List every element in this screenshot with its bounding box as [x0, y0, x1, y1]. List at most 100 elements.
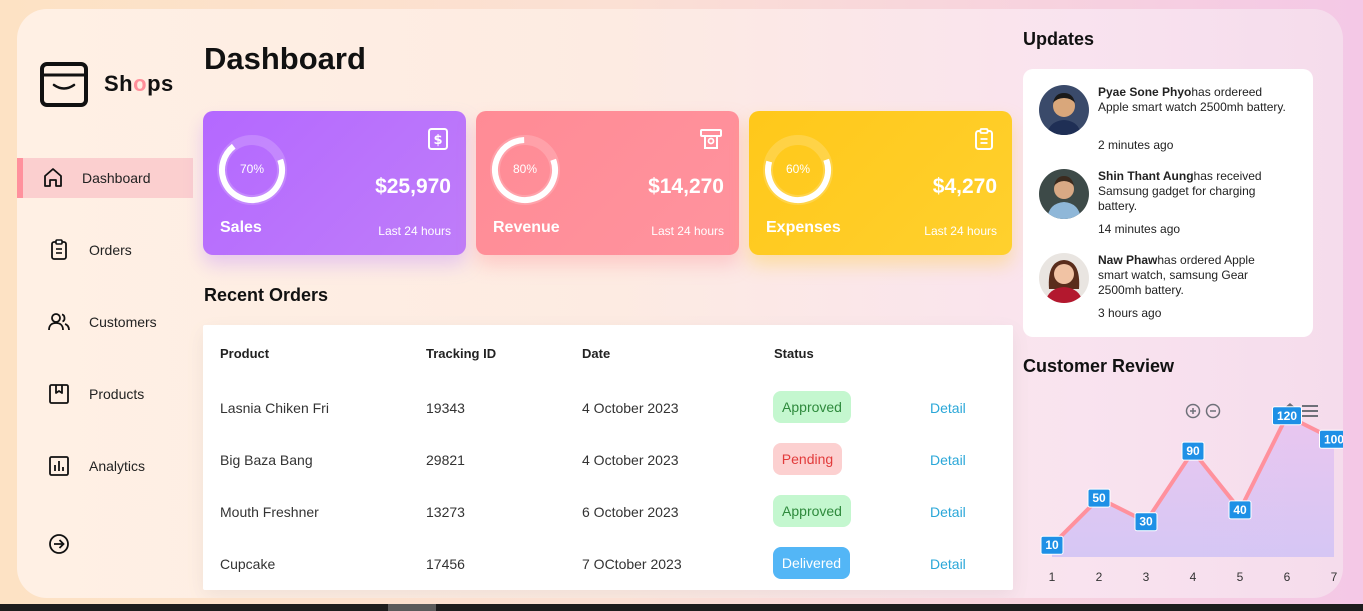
avatar: [1039, 169, 1089, 219]
date-cell: 4 October 2023: [582, 400, 679, 416]
brand-name-suffix: ps: [147, 71, 174, 96]
sign-out-icon: [49, 534, 69, 554]
product-cell: Cupcake: [220, 556, 276, 572]
product-cell: Lasnia Chiken Fri: [220, 400, 329, 416]
date-cell: 4 October 2023: [582, 452, 679, 468]
svg-text:90: 90: [1186, 444, 1200, 458]
sidebar-item-label: Dashboard: [82, 170, 151, 186]
update-time: 3 hours ago: [1098, 306, 1162, 320]
bottom-bar: [0, 604, 1363, 611]
detail-link[interactable]: Detail: [930, 504, 966, 520]
tracking-id-cell: 19343: [426, 400, 465, 416]
tracking-id-cell: 17456: [426, 556, 465, 572]
svg-text:10: 10: [1045, 538, 1059, 552]
orders-table: Product Tracking ID Date Status Lasnia C…: [203, 325, 1013, 590]
home-icon: [44, 168, 62, 187]
sidebar-item-label: Products: [89, 386, 145, 402]
expenses-label: Expenses: [766, 219, 841, 236]
detail-link[interactable]: Detail: [930, 452, 966, 468]
brand-logo[interactable]: Shops: [39, 59, 174, 109]
update-time: 14 minutes ago: [1098, 222, 1181, 236]
bar-chart-icon: [49, 456, 69, 476]
column-header-tracking-id: Tracking ID: [426, 346, 497, 361]
x-axis-tick-label: 4: [1190, 570, 1197, 584]
expenses-card[interactable]: 60% $4,270 Expenses Last 24 hours: [749, 111, 1012, 255]
brand-name-accent: o: [133, 71, 148, 96]
sidebar-item-logout[interactable]: [17, 524, 193, 564]
svg-text:40: 40: [1233, 503, 1247, 517]
column-header-product: Product: [220, 346, 270, 361]
dollar-icon: $: [428, 128, 448, 150]
chart-data-label: 90: [1181, 441, 1205, 461]
revenue-amount: $14,270: [648, 175, 724, 198]
svg-text:50: 50: [1092, 491, 1106, 505]
chart-data-label: 10: [1040, 535, 1064, 555]
tracking-id-cell: 13273: [426, 504, 465, 520]
sidebar-item-orders[interactable]: Orders: [17, 230, 193, 270]
chart-data-label: 50: [1087, 488, 1111, 508]
sidebar-item-products[interactable]: Products: [17, 374, 193, 414]
svg-text:30: 30: [1139, 515, 1153, 529]
chart-data-label: 40: [1228, 500, 1252, 520]
sidebar-item-label: Analytics: [89, 458, 146, 474]
expenses-percent: 60%: [785, 162, 811, 176]
page-title: Dashboard: [204, 41, 366, 76]
sidebar-item-label: Customers: [89, 314, 157, 330]
svg-text:$: $: [433, 133, 442, 148]
update-user-name: Naw Phaw: [1098, 253, 1158, 267]
sidebar-item-dashboard[interactable]: Dashboard: [17, 158, 193, 198]
recent-orders-title: Recent Orders: [204, 285, 329, 305]
svg-text:100: 100: [1324, 432, 1343, 446]
detail-link[interactable]: Detail: [930, 556, 966, 572]
status-badge: Pending: [773, 443, 842, 475]
update-text: Shin Thant Aunghas received Samsung gadg…: [1098, 169, 1288, 214]
sidebar-item-customers[interactable]: Customers: [17, 302, 193, 342]
status-badge: Delivered: [773, 547, 850, 579]
column-header-status: Status: [774, 346, 814, 361]
sales-label: Sales: [220, 219, 262, 236]
updates-title: Updates: [1023, 29, 1095, 49]
customer-review-chart: 10 1 50 2 30 3 90 4 40 5 120 6 100 7: [1040, 406, 1343, 584]
expenses-period: Last 24 hours: [924, 224, 997, 238]
product-cell: Big Baza Bang: [220, 452, 313, 468]
chart-data-label: 30: [1134, 512, 1158, 532]
svg-text:120: 120: [1277, 409, 1297, 423]
sidebar-item-label: Orders: [89, 242, 132, 258]
update-text: Naw Phawhas ordered Apple smart watch, s…: [1098, 253, 1288, 298]
update-text: Pyae Sone Phyohas ordereed Apple smart w…: [1098, 85, 1288, 115]
customer-review-title: Customer Review: [1023, 356, 1175, 376]
money-icon: [700, 129, 722, 149]
revenue-percent: 80%: [512, 162, 538, 176]
clipboard-icon: [51, 239, 67, 260]
status-badge: Approved: [773, 391, 851, 423]
detail-link[interactable]: Detail: [930, 400, 966, 416]
update-user-name: Pyae Sone Phyo: [1098, 85, 1192, 99]
chart-data-label: 100: [1319, 429, 1343, 449]
expenses-amount: $4,270: [932, 175, 997, 198]
x-axis-tick-label: 7: [1331, 570, 1338, 584]
update-user-name: Shin Thant Aung: [1098, 169, 1194, 183]
revenue-period: Last 24 hours: [651, 224, 724, 238]
tracking-id-cell: 29821: [426, 452, 465, 468]
revenue-label: Revenue: [493, 219, 560, 236]
users-icon: [48, 313, 70, 331]
chart-data-label: 120: [1272, 406, 1302, 426]
x-axis-tick-label: 1: [1049, 570, 1056, 584]
sales-percent: 70%: [239, 162, 265, 176]
avatar: [1039, 85, 1089, 135]
revenue-card[interactable]: 80% $14,270 Revenue Last 24 hours: [476, 111, 739, 255]
updates-panel: Pyae Sone Phyohas ordereed Apple smart w…: [1023, 69, 1313, 337]
sales-card[interactable]: 70% $ $25,970 Sales Last 24 hours: [203, 111, 466, 255]
sidebar-item-analytics[interactable]: Analytics: [17, 446, 193, 486]
brand-name-prefix: Sh: [104, 71, 134, 96]
brand-name: Shops: [104, 71, 174, 97]
x-axis-tick-label: 3: [1143, 570, 1150, 584]
x-axis-tick-label: 6: [1284, 570, 1291, 584]
sales-period: Last 24 hours: [378, 224, 451, 238]
shopping-bag-icon: [40, 62, 88, 107]
clipboard-icon: [975, 128, 993, 150]
app-window: Shops Dashboard Orders Customers Product…: [17, 9, 1343, 598]
update-time: 2 minutes ago: [1098, 138, 1174, 152]
x-axis-tick-label: 2: [1096, 570, 1103, 584]
date-cell: 6 October 2023: [582, 504, 679, 520]
